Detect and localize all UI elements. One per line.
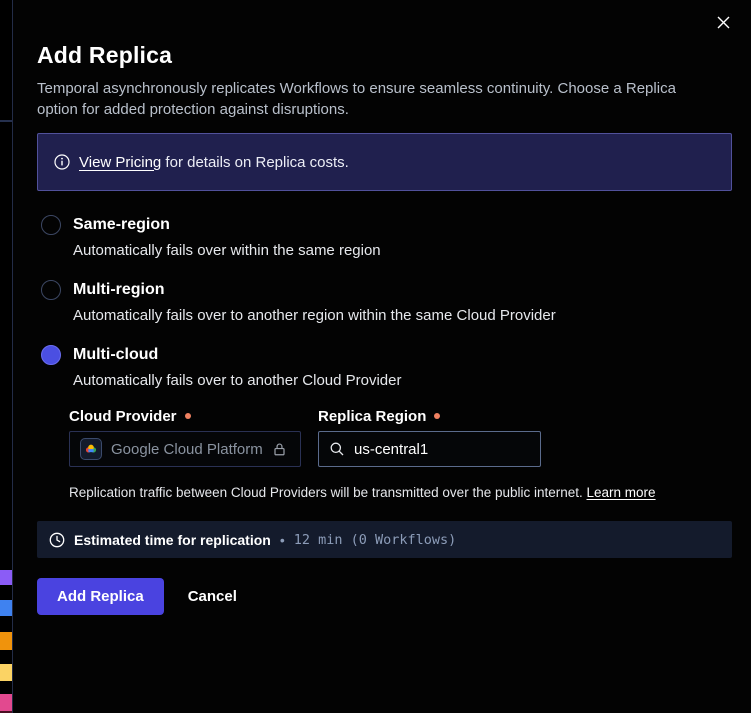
- replica-region-field[interactable]: [318, 431, 541, 467]
- replica-region-label-text: Replica Region: [318, 408, 426, 425]
- pricing-banner-suffix: for details on Replica costs.: [161, 154, 349, 171]
- page-title: Add Replica: [37, 42, 731, 69]
- multi-cloud-form: Cloud Provider Google Cloud P: [69, 407, 731, 467]
- required-dot: [185, 413, 191, 419]
- backdrop-block-yellow: [0, 664, 12, 681]
- required-dot: [434, 413, 440, 419]
- pricing-banner-text: View Pricing for details on Replica cost…: [79, 154, 349, 171]
- replica-region-field-group: Replica Region: [318, 407, 541, 467]
- estimate-separator: •: [280, 532, 285, 548]
- estimate-value: 12 min (0 Workflows): [294, 532, 457, 548]
- clock-icon: [49, 532, 65, 548]
- search-icon: [329, 441, 345, 457]
- option-multi-cloud-radio-row[interactable]: Multi-cloud: [37, 345, 731, 365]
- cloud-provider-value: Google Cloud Platform: [111, 441, 263, 458]
- cancel-button[interactable]: Cancel: [188, 588, 237, 605]
- estimate-label: Estimated time for replication: [74, 532, 271, 548]
- close-icon: [716, 15, 731, 30]
- option-label: Same-region: [73, 216, 170, 234]
- option-label: Multi-region: [73, 281, 165, 299]
- info-icon: [54, 154, 70, 170]
- backdrop-divider: [0, 120, 12, 122]
- option-multi-region: Multi-region Automatically fails over to…: [37, 280, 731, 324]
- public-internet-note-text: Replication traffic between Cloud Provid…: [69, 485, 587, 500]
- backdrop-block-orange: [0, 632, 12, 650]
- option-description: Automatically fails over to another regi…: [73, 307, 731, 324]
- backdrop-strip: [0, 0, 12, 713]
- cloud-provider-field[interactable]: Google Cloud Platform: [69, 431, 301, 467]
- option-multi-region-radio-row[interactable]: Multi-region: [37, 280, 731, 300]
- replica-options-group: Same-region Automatically fails over wit…: [37, 215, 731, 500]
- pricing-banner: View Pricing for details on Replica cost…: [37, 133, 732, 191]
- radio-selected-icon[interactable]: [41, 345, 61, 365]
- option-same-region-radio-row[interactable]: Same-region: [37, 215, 731, 235]
- replica-region-input[interactable]: [354, 441, 530, 458]
- cloud-provider-label: Cloud Provider: [69, 407, 301, 425]
- modal-footer: Add Replica Cancel: [37, 578, 731, 615]
- option-label: Multi-cloud: [73, 346, 158, 364]
- estimate-banner: Estimated time for replication • 12 min …: [37, 521, 732, 558]
- radio-unselected-icon[interactable]: [41, 280, 61, 300]
- cloud-provider-field-group: Cloud Provider Google Cloud P: [69, 407, 301, 467]
- public-internet-note: Replication traffic between Cloud Provid…: [69, 485, 731, 500]
- option-same-region: Same-region Automatically fails over wit…: [37, 215, 731, 259]
- add-replica-modal: Add Replica Temporal asynchronously repl…: [12, 0, 751, 713]
- option-description: Automatically fails over to another Clou…: [73, 372, 731, 389]
- gcp-logo-icon: [80, 438, 102, 460]
- modal-description: Temporal asynchronously replicates Workf…: [37, 78, 717, 120]
- view-pricing-link[interactable]: View Pricing: [79, 154, 161, 171]
- option-description: Automatically fails over within the same…: [73, 242, 731, 259]
- learn-more-link[interactable]: Learn more: [587, 485, 656, 500]
- close-button[interactable]: [711, 10, 735, 34]
- backdrop-block-blue: [0, 600, 12, 616]
- add-replica-button[interactable]: Add Replica: [37, 578, 164, 615]
- lock-icon: [272, 442, 287, 457]
- option-multi-cloud: Multi-cloud Automatically fails over to …: [37, 345, 731, 500]
- replica-region-label: Replica Region: [318, 407, 541, 425]
- radio-unselected-icon[interactable]: [41, 215, 61, 235]
- cloud-provider-label-text: Cloud Provider: [69, 408, 177, 425]
- backdrop-block-purple: [0, 570, 12, 585]
